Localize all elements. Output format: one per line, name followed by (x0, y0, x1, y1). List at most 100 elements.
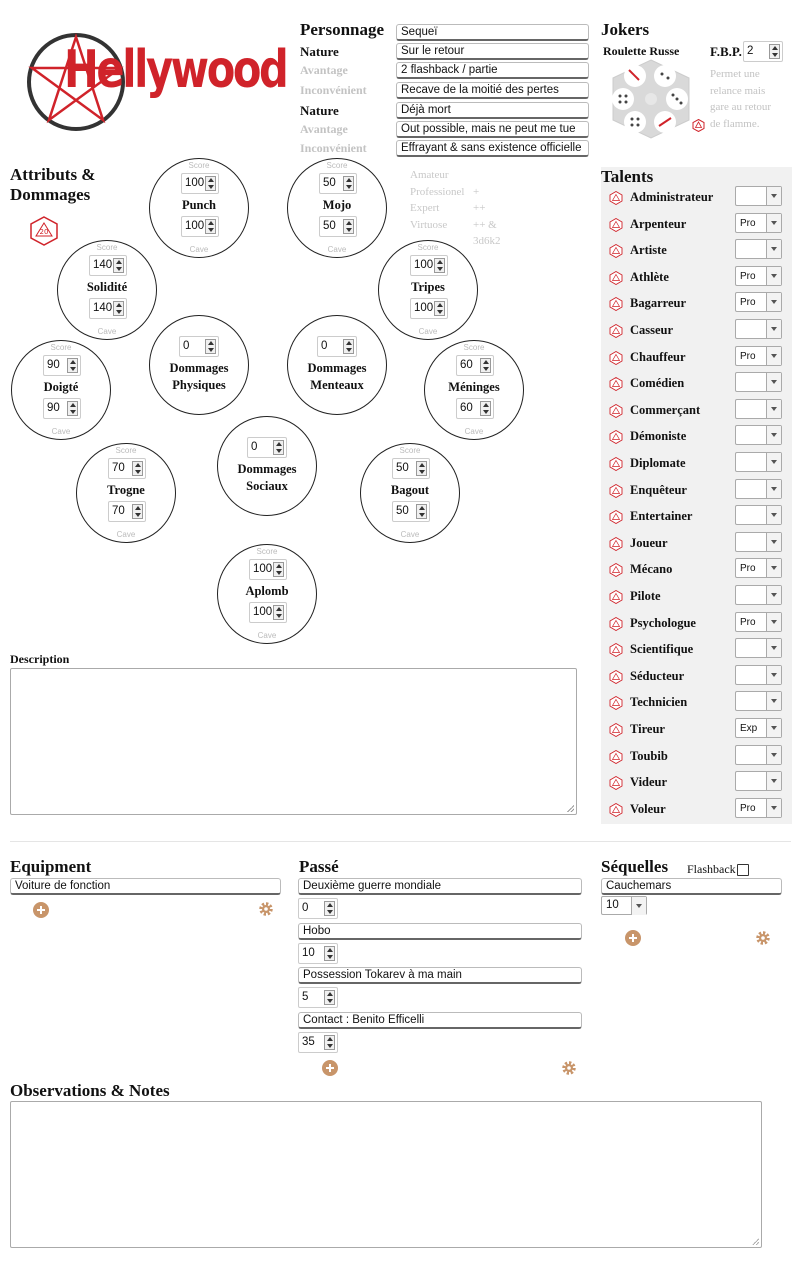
d20-dice-icon[interactable] (609, 191, 623, 205)
d20-dice-icon[interactable] (609, 696, 623, 711)
meninges-cave-input[interactable]: 60 (456, 398, 494, 419)
passe-item-input[interactable]: Possession Tokarev à ma main (298, 967, 582, 984)
revolver-cylinder-icon[interactable] (605, 58, 697, 145)
doigte-score-input[interactable]: 90 (43, 355, 81, 376)
d20-dice-icon[interactable] (609, 643, 623, 658)
bagout-score-input[interactable]: 50 (392, 458, 430, 479)
description-textarea[interactable] (10, 668, 577, 815)
talent-level-select[interactable]: Pro (735, 797, 782, 818)
passe-settings-gear-icon[interactable] (561, 1060, 577, 1076)
talent-level-select[interactable] (735, 691, 782, 712)
talent-level-select[interactable] (735, 744, 782, 765)
talent-level-select[interactable] (735, 452, 782, 472)
d20-dice-icon[interactable] (609, 536, 623, 551)
mojo-score-input[interactable]: 50 (319, 173, 357, 194)
passe-item-input[interactable]: Contact : Benito Efficelli (298, 1011, 582, 1029)
talent-level-select[interactable] (735, 505, 782, 526)
d20-dice-icon[interactable] (609, 616, 623, 631)
fbp-input[interactable]: 2 (743, 41, 783, 62)
sequelles-settings-gear-icon[interactable] (755, 930, 771, 946)
passe-item-input[interactable]: Hobo (298, 922, 582, 940)
talent-level-select[interactable]: Pro (735, 212, 782, 233)
talent-level-select[interactable] (735, 478, 782, 499)
passe-item-input[interactable]: Deuxième guerre mondiale (298, 878, 582, 895)
mojo-cave-input[interactable]: 50 (319, 216, 357, 237)
talent-level-select[interactable]: Pro (735, 292, 782, 313)
nature1-input[interactable]: Sur le retour (396, 43, 589, 60)
trogne-cave-input[interactable]: 70 (108, 501, 146, 522)
inconvenient2-input[interactable]: Effrayant & sans existence officielle (396, 140, 589, 157)
meninges-score-input[interactable]: 60 (456, 355, 494, 376)
talent-level-select[interactable]: Exp (735, 718, 782, 738)
d20-dice-icon[interactable] (609, 483, 623, 498)
tripes-score-input[interactable]: 100 (410, 255, 448, 276)
d20-dice-icon[interactable] (609, 217, 623, 232)
d20-dice-icon[interactable] (609, 377, 623, 392)
doigte-cave-input[interactable]: 90 (43, 398, 81, 419)
equipment-item-input[interactable]: Voiture de fonction (10, 878, 281, 895)
passe-item-value[interactable]: 10 (298, 942, 338, 964)
talent-level-select[interactable] (735, 239, 782, 260)
talent-level-select[interactable]: Pro (735, 558, 782, 579)
d20-dice-icon[interactable]: 20 (29, 216, 59, 251)
d20-dice-icon[interactable] (609, 669, 623, 684)
talent-level-select[interactable]: Pro (735, 345, 782, 366)
talent-level-select[interactable]: Pro (735, 265, 782, 286)
d20-dice-icon[interactable] (609, 776, 623, 791)
punch-cave-input[interactable]: 100 (181, 216, 219, 237)
talent-level-select[interactable] (735, 638, 782, 659)
punch-score-input[interactable]: 100 (181, 173, 219, 194)
trogne-score-input[interactable]: 70 (108, 458, 146, 479)
talent-level-select[interactable] (735, 425, 782, 446)
solidite-cave-input[interactable]: 140 (89, 298, 127, 319)
talent-level-select[interactable]: Pro (735, 611, 782, 632)
aplomb-cave-input[interactable]: 100 (249, 602, 287, 623)
d20-dice-icon[interactable] (609, 590, 623, 604)
sequelle-value-select[interactable]: 10 (601, 896, 647, 915)
d20-dice-icon[interactable] (609, 297, 623, 312)
d20-dice-icon[interactable] (609, 563, 623, 578)
d20-dice-icon[interactable] (609, 749, 623, 764)
d20-dice-icon[interactable] (609, 270, 623, 285)
d20-dice-icon[interactable] (609, 403, 623, 418)
d20-dice-icon[interactable] (609, 457, 623, 471)
d20-small-icon[interactable] (692, 118, 705, 137)
notes-textarea[interactable] (10, 1101, 762, 1248)
passe-item-value[interactable]: 0 (298, 898, 338, 919)
talent-level-select[interactable] (735, 585, 782, 605)
sequelle-label-input[interactable]: Cauchemars (601, 878, 782, 895)
solidite-score-input[interactable]: 140 (89, 255, 127, 276)
talent-level-select[interactable] (735, 319, 782, 339)
character-name-input[interactable]: Sequeï (396, 24, 589, 41)
avantage1-input[interactable]: 2 flashback / partie (396, 62, 589, 79)
talent-level-select[interactable] (735, 664, 782, 685)
bagout-cave-input[interactable]: 50 (392, 501, 430, 522)
talent-level-select[interactable] (735, 771, 782, 792)
add-equipment-button[interactable] (33, 902, 49, 918)
talent-level-select[interactable] (735, 186, 782, 206)
avantage2-input[interactable]: Out possible, mais ne peut me tue (396, 121, 589, 138)
d20-dice-icon[interactable] (609, 802, 623, 817)
talent-level-select[interactable] (735, 398, 782, 419)
d20-dice-icon[interactable] (609, 244, 623, 259)
dom_phys-input[interactable]: 0 (179, 336, 219, 357)
nature2-input[interactable]: Déjà mort (396, 102, 589, 119)
passe-item-value[interactable]: 5 (298, 987, 338, 1008)
dom_soc-input[interactable]: 0 (247, 437, 287, 458)
d20-dice-icon[interactable] (609, 723, 623, 737)
aplomb-score-input[interactable]: 100 (249, 559, 287, 580)
passe-item-value[interactable]: 35 (298, 1031, 338, 1053)
d20-dice-icon[interactable] (609, 510, 623, 525)
add-passe-button[interactable] (322, 1060, 338, 1076)
d20-dice-icon[interactable] (609, 430, 623, 445)
tripes-cave-input[interactable]: 100 (410, 298, 448, 319)
d20-dice-icon[interactable] (609, 324, 623, 338)
talent-level-select[interactable] (735, 531, 782, 552)
equipment-settings-gear-icon[interactable] (258, 901, 274, 917)
inconvenient1-input[interactable]: Recave de la moitié des pertes (396, 82, 589, 99)
add-sequelle-button[interactable] (625, 930, 641, 946)
flashback-checkbox[interactable] (737, 864, 749, 876)
d20-dice-icon[interactable] (609, 350, 623, 365)
talent-level-select[interactable] (735, 372, 782, 393)
dom_ment-input[interactable]: 0 (317, 336, 357, 357)
